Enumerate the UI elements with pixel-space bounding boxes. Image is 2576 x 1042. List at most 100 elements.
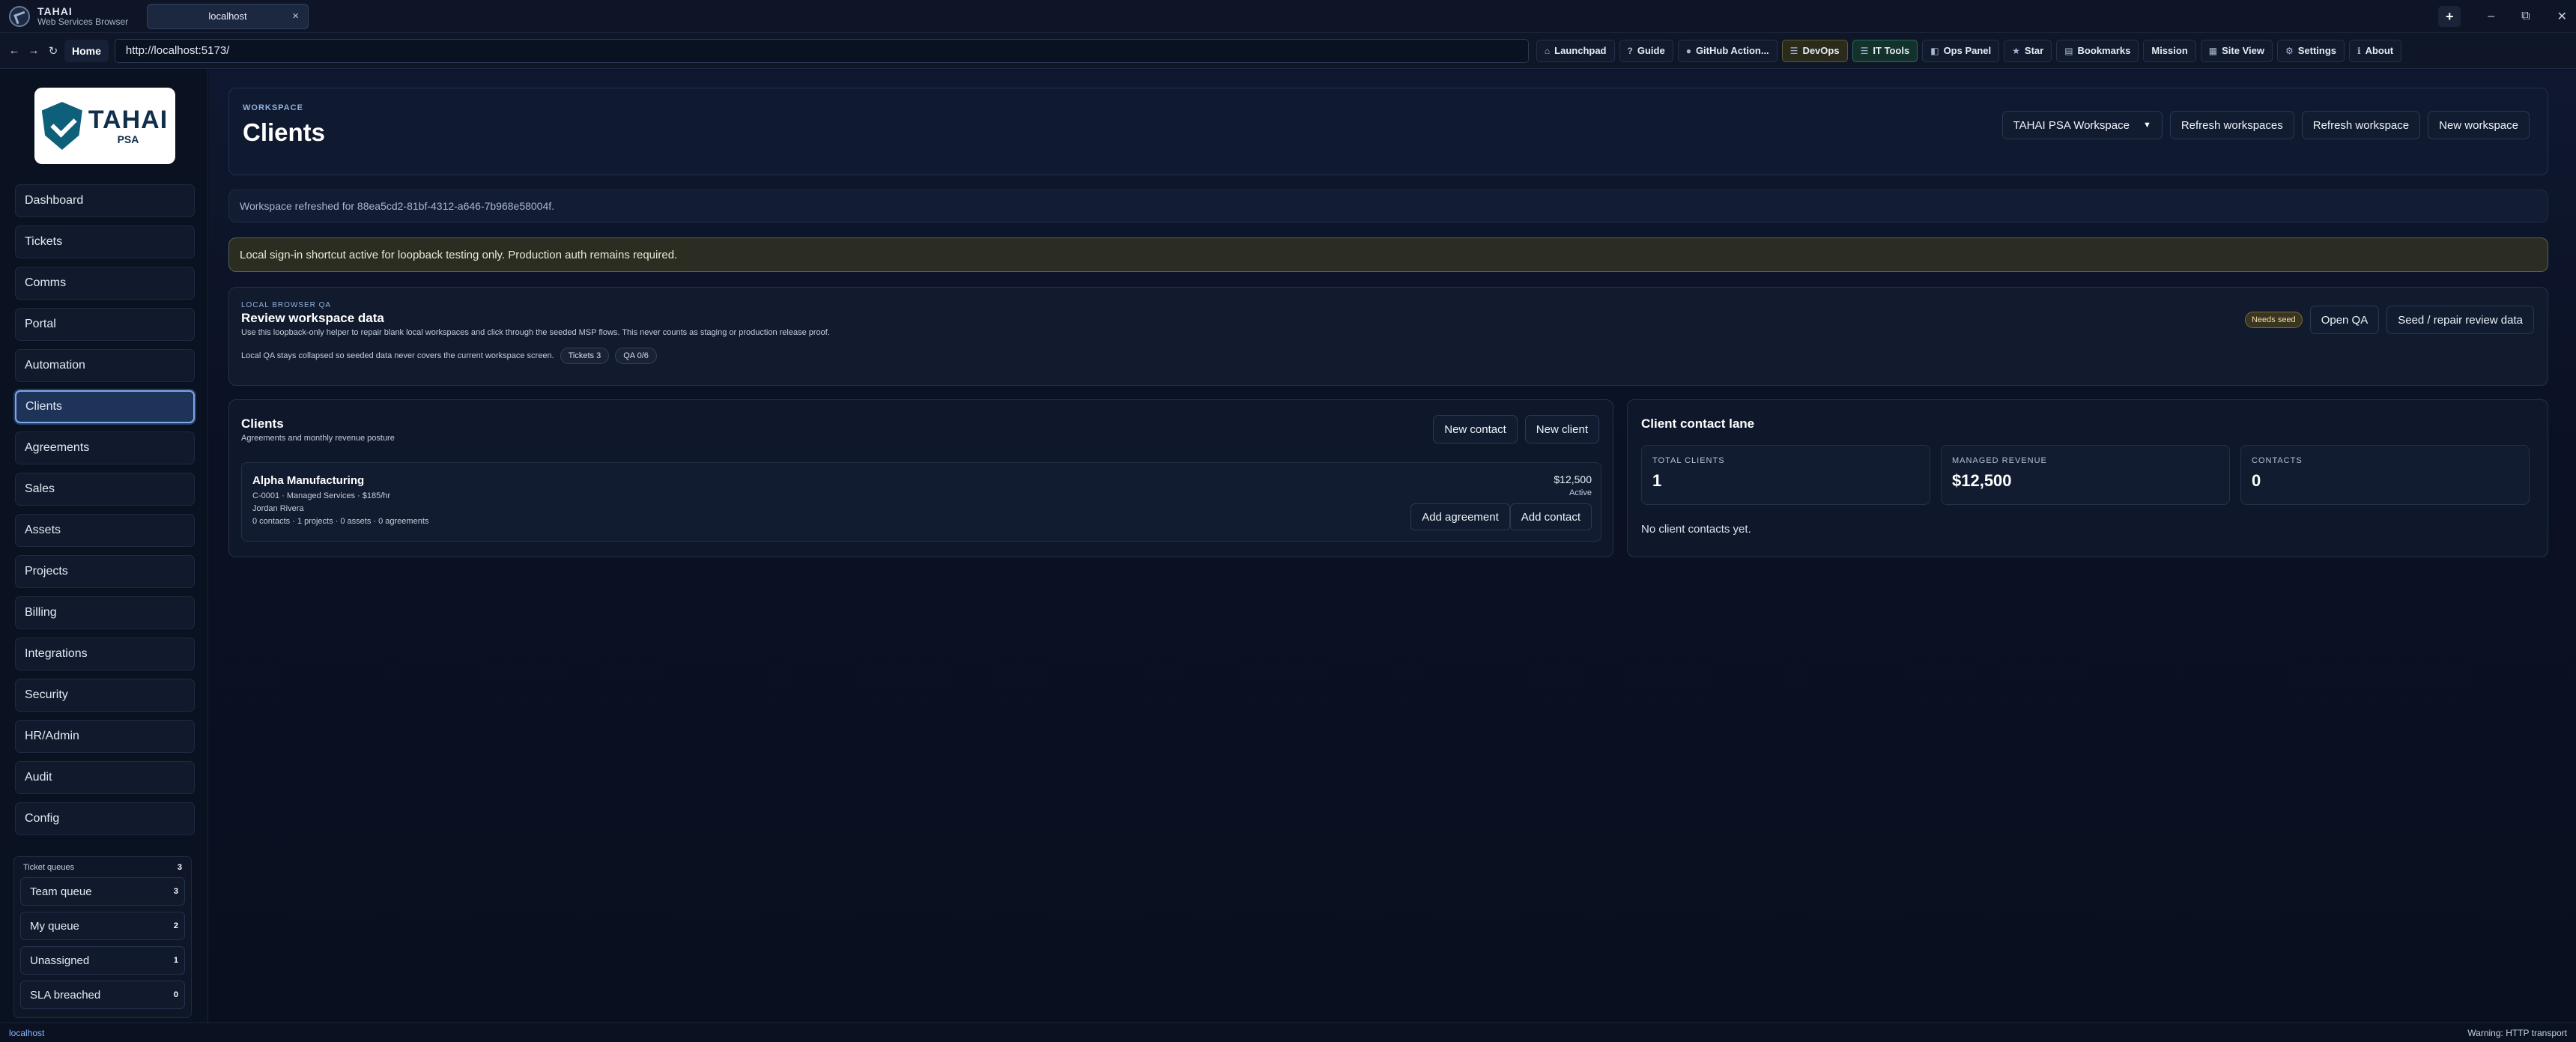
browser-toolbar: ← → ↻ Home http://localhost:5173/ ⌂ Launc… bbox=[0, 33, 2576, 69]
menu-icon: ☰ bbox=[1860, 45, 1869, 56]
queue-unassigned[interactable]: Unassigned 1 bbox=[20, 946, 185, 975]
settings-button[interactable]: ⚙ Settings bbox=[2276, 39, 2345, 62]
queue-label: My queue bbox=[30, 919, 79, 933]
client-counts: 0 contacts · 1 projects · 0 assets · 0 a… bbox=[252, 517, 429, 526]
stat-contacts: CONTACTS 0 bbox=[2240, 445, 2530, 505]
back-icon[interactable]: ← bbox=[6, 40, 22, 62]
stat-value: $12,500 bbox=[1952, 471, 2012, 490]
new-contact-button[interactable]: New contact bbox=[1433, 415, 1518, 443]
workspace-select[interactable]: TAHAI PSA Workspace ▼ bbox=[2001, 111, 2163, 139]
it-tools-button[interactable]: ☰ IT Tools bbox=[1852, 39, 1918, 62]
reload-icon[interactable]: ↻ bbox=[45, 40, 61, 62]
ops-panel-label: Ops Panel bbox=[1943, 45, 1992, 56]
sidebar-item-sales[interactable]: Sales bbox=[15, 473, 195, 506]
stat-value: 0 bbox=[2252, 471, 2261, 490]
toolbar-buttons: ⌂ Launchpad ? Guide ● GitHub Action... ☰ Dev… bbox=[1536, 39, 2402, 62]
browser-brand-sub: Web Services Browser bbox=[37, 16, 129, 27]
sidebar-item-automation[interactable]: Automation bbox=[15, 349, 195, 382]
queue-sla-breached[interactable]: SLA breached 0 bbox=[20, 981, 185, 1009]
client-contact-lane: Client contact lane TOTAL CLIENTS 1 MANA… bbox=[1627, 399, 2548, 557]
star-button[interactable]: ★ Star bbox=[2004, 39, 2052, 62]
workspace-select-value: TAHAI PSA Workspace bbox=[2013, 118, 2130, 132]
stat-label: TOTAL CLIENTS bbox=[1652, 456, 1725, 465]
new-workspace-button[interactable]: New workspace bbox=[2428, 111, 2530, 139]
bookmarks-icon: ▤ bbox=[2064, 45, 2073, 56]
forward-icon[interactable]: → bbox=[25, 40, 42, 62]
queue-my[interactable]: My queue 2 bbox=[20, 912, 185, 940]
chevron-down-icon: ▼ bbox=[2142, 121, 2151, 130]
qa-note: Local QA stays collapsed so seeded data … bbox=[241, 351, 554, 360]
status-bar: localhost Warning: HTTP transport bbox=[0, 1023, 2576, 1042]
sidebar-item-audit[interactable]: Audit bbox=[15, 761, 195, 794]
devops-button[interactable]: ☰ DevOps bbox=[1781, 39, 1848, 62]
add-contact-button[interactable]: Add contact bbox=[1509, 503, 1592, 530]
queue-team[interactable]: Team queue 3 bbox=[20, 877, 185, 906]
new-client-button[interactable]: New client bbox=[1524, 415, 1599, 443]
main-content: WORKSPACE Clients TAHAI PSA Workspace ▼ … bbox=[209, 70, 2576, 1023]
needs-seed-badge: Needs seed bbox=[2244, 312, 2303, 328]
queue-label: Team queue bbox=[30, 885, 92, 898]
queue-count: 1 bbox=[173, 956, 178, 965]
site-view-button[interactable]: ▦ Site View bbox=[2200, 39, 2273, 62]
add-agreement-button[interactable]: Add agreement bbox=[1410, 503, 1510, 530]
sidebar-nav: Dashboard Tickets Comms Portal Automatio… bbox=[15, 184, 195, 843]
sidebar-item-dashboard[interactable]: Dashboard bbox=[15, 184, 195, 217]
clients-subtitle: Agreements and monthly revenue posture bbox=[241, 434, 395, 443]
refresh-workspaces-button[interactable]: Refresh workspaces bbox=[2169, 111, 2294, 139]
panel-icon: ◧ bbox=[1930, 45, 1939, 56]
refresh-workspace-button[interactable]: Refresh workspace bbox=[2301, 111, 2421, 139]
stat-total-clients: TOTAL CLIENTS 1 bbox=[1641, 445, 1930, 505]
client-revenue: $12,500 bbox=[1554, 473, 1592, 485]
status-warning: Warning: HTTP transport bbox=[2467, 1027, 2567, 1038]
sidebar-item-agreements[interactable]: Agreements bbox=[15, 431, 195, 464]
shield-check-icon bbox=[41, 102, 82, 150]
sidebar-item-projects[interactable]: Projects bbox=[15, 555, 195, 588]
sidebar-item-billing[interactable]: Billing bbox=[15, 596, 195, 629]
url-input[interactable]: http://localhost:5173/ bbox=[114, 38, 1529, 63]
sidebar-item-config[interactable]: Config bbox=[15, 802, 195, 835]
client-meta: C-0001 · Managed Services · $185/hr bbox=[252, 491, 391, 500]
guide-label: Guide bbox=[1637, 45, 1665, 56]
ops-panel-button[interactable]: ◧ Ops Panel bbox=[1922, 39, 2000, 62]
home-button[interactable]: Home bbox=[64, 39, 109, 62]
mission-button[interactable]: Mission bbox=[2143, 39, 2196, 62]
devops-label: DevOps bbox=[1802, 45, 1840, 56]
contact-lane-title: Client contact lane bbox=[1641, 417, 1755, 431]
page-header: WORKSPACE Clients TAHAI PSA Workspace ▼ … bbox=[228, 88, 2548, 175]
new-tab-button[interactable]: + bbox=[2438, 6, 2461, 27]
restore-icon[interactable]: ⧉ bbox=[2521, 10, 2530, 23]
clients-panel: Clients Agreements and monthly revenue p… bbox=[228, 399, 1613, 557]
sidebar-item-hr-admin[interactable]: HR/Admin bbox=[15, 720, 195, 753]
sidebar-item-portal[interactable]: Portal bbox=[15, 308, 195, 341]
ticket-queues-total: 3 bbox=[177, 863, 182, 872]
logo-sub: PSA bbox=[117, 133, 139, 145]
browser-tab[interactable]: localhost × bbox=[147, 3, 309, 29]
about-button[interactable]: ℹ About bbox=[2349, 39, 2402, 62]
sidebar-item-clients[interactable]: Clients bbox=[15, 390, 195, 423]
close-window-icon[interactable]: ✕ bbox=[2557, 9, 2567, 24]
bookmarks-button[interactable]: ▤ Bookmarks bbox=[2056, 39, 2139, 62]
client-owner: Jordan Rivera bbox=[252, 504, 304, 513]
sidebar-item-comms[interactable]: Comms bbox=[15, 267, 195, 300]
home-icon: ⌂ bbox=[1544, 45, 1551, 56]
local-qa-panel: LOCAL BROWSER QA Review workspace data U… bbox=[228, 287, 2548, 386]
sidebar-item-tickets[interactable]: Tickets bbox=[15, 225, 195, 258]
stat-value: 1 bbox=[1652, 471, 1662, 490]
sidebar-item-assets[interactable]: Assets bbox=[15, 514, 195, 547]
about-label: About bbox=[2365, 45, 2394, 56]
github-actions-button[interactable]: ● GitHub Action... bbox=[1677, 39, 1778, 62]
qa-title: Review workspace data bbox=[241, 311, 384, 325]
open-qa-button[interactable]: Open QA bbox=[2309, 306, 2380, 334]
sidebar-item-security[interactable]: Security bbox=[15, 679, 195, 712]
tab-close-icon[interactable]: × bbox=[292, 10, 299, 22]
tahai-psa-logo[interactable]: TAHAI PSA bbox=[34, 88, 175, 164]
sidebar-item-integrations[interactable]: Integrations bbox=[15, 637, 195, 670]
minimize-icon[interactable]: – bbox=[2488, 10, 2494, 23]
launchpad-button[interactable]: ⌂ Launchpad bbox=[1536, 39, 1615, 62]
stat-managed-revenue: MANAGED REVENUE $12,500 bbox=[1941, 445, 2230, 505]
guide-button[interactable]: ? Guide bbox=[1619, 39, 1673, 62]
client-row[interactable]: Alpha Manufacturing C-0001 · Managed Ser… bbox=[241, 462, 1601, 542]
seed-repair-button[interactable]: Seed / repair review data bbox=[2386, 306, 2534, 334]
qa-eyebrow: LOCAL BROWSER QA bbox=[241, 301, 332, 309]
star-icon: ★ bbox=[2012, 45, 2020, 56]
